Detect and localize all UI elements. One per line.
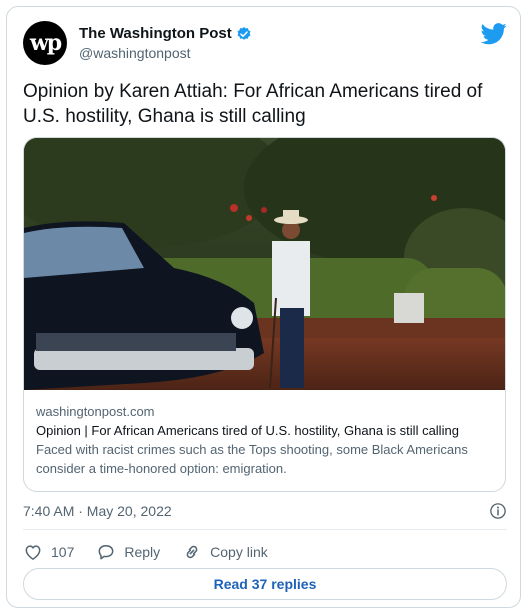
link-meta: washingtonpost.com Opinion | For African… [36,402,496,478]
info-icon[interactable] [489,502,507,520]
account-name[interactable]: The Washington Post [79,25,232,42]
avatar[interactable]: wp [23,21,67,65]
divider [23,529,507,530]
heart-icon [25,545,41,560]
like-button[interactable]: 107 [23,542,74,562]
tweet-timestamp[interactable]: 7:40 AM · May 20, 2022 [23,503,172,519]
reply-button[interactable]: Reply [96,542,160,562]
link-title[interactable]: Opinion | For African Americans tired of… [36,421,496,440]
read-replies-button[interactable]: Read 37 replies [23,568,507,600]
verified-badge-icon [237,26,251,40]
link-preview-card[interactable]: washingtonpost.com Opinion | For African… [23,137,506,492]
tweet-actions: 107 Reply Copy link [23,537,268,567]
copy-link-label: Copy link [210,544,268,560]
link-domain[interactable]: washingtonpost.com [36,402,496,421]
link-description: Faced with racist crimes such as the Top… [36,442,468,476]
account-handle[interactable]: @washingtonpost [79,45,191,61]
tweet-header: wp The Washington Post @washingtonpost [23,21,507,69]
reply-bubble-icon [98,545,114,560]
timestamp-row: 7:40 AM · May 20, 2022 [23,499,507,523]
copy-link-icon [186,545,198,559]
article-photo [24,138,505,390]
tweet-embed-card: wp The Washington Post @washingtonpost O… [6,6,521,608]
like-count: 107 [51,544,75,560]
reply-label: Reply [124,544,161,560]
copy-link-button[interactable]: Copy link [182,542,268,562]
name-row: The Washington Post [79,25,252,42]
tweet-text: Opinion by Karen Attiah: For African Ame… [23,81,483,127]
twitter-bird-icon[interactable] [481,23,507,45]
